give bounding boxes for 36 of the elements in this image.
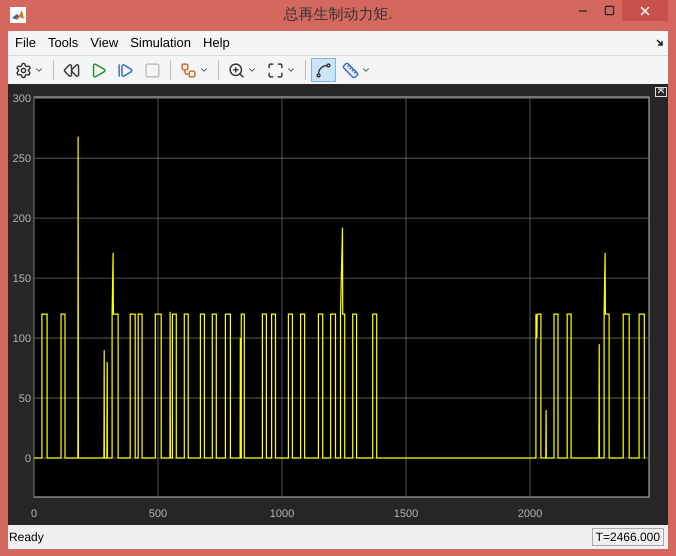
zoom-in-icon [228, 62, 245, 78]
status-message: Ready [9, 529, 44, 546]
x-tick-label: 500 [148, 508, 168, 520]
x-tick-label: 2000 [518, 508, 542, 520]
trigger-button[interactable] [311, 58, 336, 82]
menu-item[interactable]: Simulation [130, 33, 191, 53]
y-tick-label: 200 [12, 213, 31, 226]
y-tick-label: 100 [12, 333, 31, 346]
y-tick-label: 300 [12, 93, 31, 106]
menu-item[interactable]: File [15, 33, 36, 53]
undock-arrow-icon[interactable] [656, 39, 664, 47]
maximize-icon [604, 5, 614, 16]
app-logo-icon [10, 7, 26, 23]
window-title: 总再生制动力矩. [283, 5, 393, 26]
block-diagram-icon [180, 62, 197, 78]
legend-toggle-icon[interactable] [655, 87, 667, 97]
y-tick-label: 250 [12, 153, 31, 166]
step-forward-icon [117, 62, 134, 78]
ruler-icon [342, 62, 359, 78]
gear-icon [15, 62, 32, 78]
y-tick-label: 50 [18, 393, 31, 406]
menu-item[interactable]: Help [202, 33, 230, 53]
x-tick-label: 1500 [394, 508, 418, 520]
x-tick-label: 0 [30, 508, 38, 520]
y-tick-label: 0 [24, 453, 31, 466]
step-signal-icon [315, 62, 332, 78]
menu-item[interactable]: View [90, 33, 118, 53]
simulation-time: T=2466.000 [592, 528, 664, 546]
fit-view-icon [267, 62, 284, 78]
rewind-icon [63, 62, 80, 78]
y-tick-label: 150 [12, 273, 31, 286]
close-button[interactable] [622, 0, 668, 21]
x-tick-label: 1000 [270, 508, 294, 520]
stop-icon [144, 62, 161, 78]
play-icon [90, 62, 107, 78]
menu-item[interactable]: Tools [48, 33, 78, 53]
